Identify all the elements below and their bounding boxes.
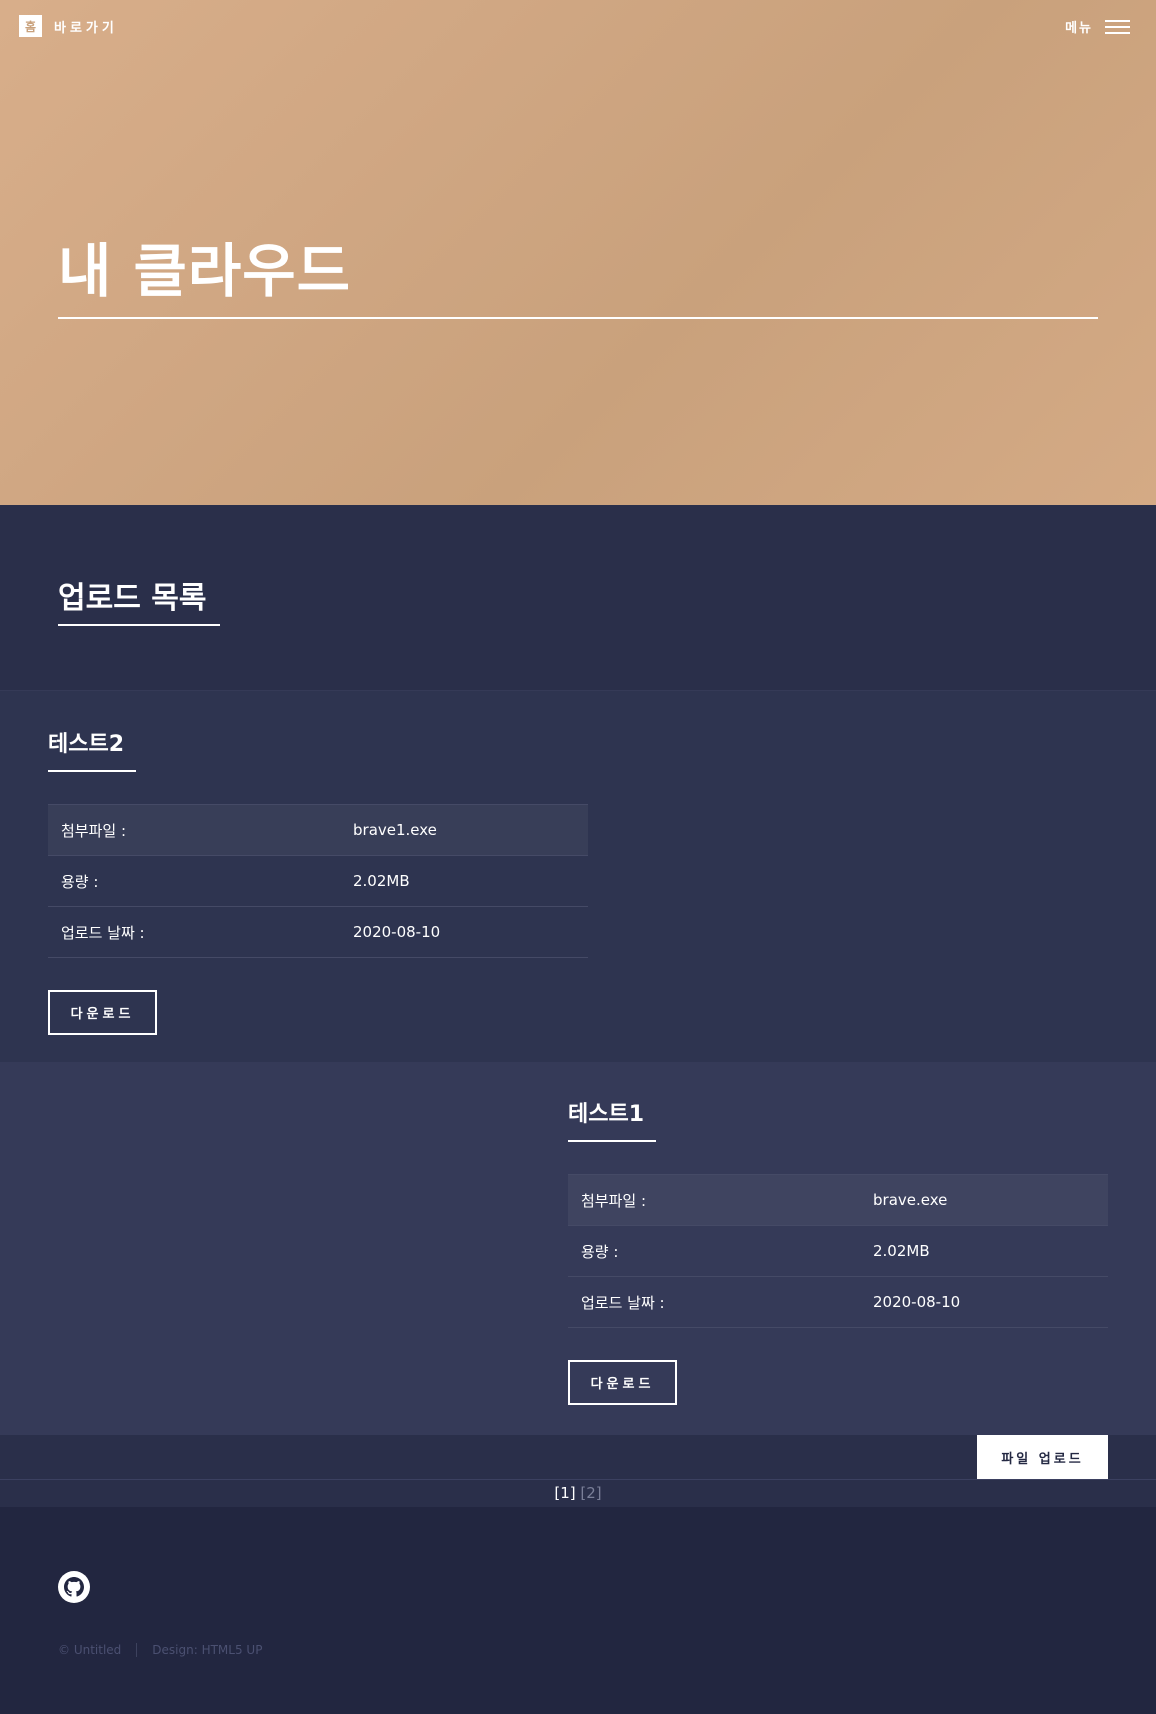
file-upload-button[interactable]: 파일 업로드 xyxy=(977,1435,1108,1479)
table-row: 업로드 날짜 : 2020-08-10 xyxy=(48,907,588,958)
table-row: 첨부파일 : brave1.exe xyxy=(48,804,588,856)
file-title: 테스트2 xyxy=(48,732,125,757)
page-link-2[interactable]: [2] xyxy=(580,1484,601,1502)
row-value: 2.02MB xyxy=(353,872,410,890)
title-divider xyxy=(58,317,1098,319)
copyright: © Untitled Design: HTML5 UP xyxy=(58,1643,262,1657)
file-title: 테스트1 xyxy=(568,1102,645,1127)
row-label: 용량 : xyxy=(61,872,99,891)
banner: 홈 바로가기 메뉴 내 클라우드 xyxy=(0,0,1156,505)
file-entry: 테스트2 첨부파일 : brave1.exe 용량 : 2.02MB 업로드 날… xyxy=(48,726,588,1035)
row-value: 2.02MB xyxy=(873,1242,930,1260)
page-title: 내 클라우드 xyxy=(58,237,351,305)
row-value: 2020-08-10 xyxy=(873,1293,961,1311)
row-label: 첨부파일 : xyxy=(61,821,127,840)
download-button[interactable]: 다운로드 xyxy=(48,990,157,1035)
top-bar: 홈 바로가기 메뉴 xyxy=(0,0,1156,52)
row-value: 2020-08-10 xyxy=(353,923,441,941)
file-title-divider xyxy=(48,770,136,772)
file-entry-block: 테스트2 첨부파일 : brave1.exe 용량 : 2.02MB 업로드 날… xyxy=(0,691,1156,1062)
home-link[interactable]: 홈 바로가기 xyxy=(19,15,118,37)
section-title: 업로드 목록 xyxy=(58,581,207,616)
menu-toggle[interactable]: 메뉴 xyxy=(1065,17,1130,36)
upload-bar: 파일 업로드 xyxy=(0,1435,1156,1479)
table-row: 용량 : 2.02MB xyxy=(568,1226,1108,1277)
design-credit[interactable]: Design: HTML5 UP xyxy=(152,1643,262,1657)
footer: © Untitled Design: HTML5 UP xyxy=(0,1507,1156,1714)
copyright-text: © Untitled xyxy=(58,1643,122,1657)
row-value: brave1.exe xyxy=(353,821,437,839)
page-current: [1] xyxy=(554,1484,576,1502)
copyright-divider xyxy=(136,1643,138,1657)
row-label: 업로드 날짜 : xyxy=(581,1293,665,1312)
file-entry-block: 테스트1 첨부파일 : brave.exe 용량 : 2.02MB 업로드 날짜… xyxy=(0,1062,1156,1435)
table-row: 첨부파일 : brave.exe xyxy=(568,1174,1108,1226)
row-label: 첨부파일 : xyxy=(581,1191,647,1210)
hamburger-icon xyxy=(1105,19,1130,34)
home-link-label: 바로가기 xyxy=(54,20,118,36)
row-label: 용량 : xyxy=(581,1242,619,1261)
row-label: 업로드 날짜 : xyxy=(61,923,145,942)
file-entry: 테스트1 첨부파일 : brave.exe 용량 : 2.02MB 업로드 날짜… xyxy=(568,1096,1108,1405)
pagination: [1] [2] xyxy=(0,1479,1156,1507)
section-divider xyxy=(58,624,220,626)
table-row: 용량 : 2.02MB xyxy=(48,856,588,907)
file-details-table: 첨부파일 : brave.exe 용량 : 2.02MB 업로드 날짜 : 20… xyxy=(568,1174,1108,1328)
file-title-divider xyxy=(568,1140,656,1142)
github-icon[interactable] xyxy=(58,1571,90,1603)
download-button[interactable]: 다운로드 xyxy=(568,1360,677,1405)
table-row: 업로드 날짜 : 2020-08-10 xyxy=(568,1277,1108,1328)
row-value: brave.exe xyxy=(873,1191,948,1209)
file-details-table: 첨부파일 : brave1.exe 용량 : 2.02MB 업로드 날짜 : 2… xyxy=(48,804,588,958)
upload-list-header: 업로드 목록 xyxy=(0,505,1156,691)
menu-label: 메뉴 xyxy=(1065,21,1093,36)
home-icon: 홈 xyxy=(19,15,42,37)
